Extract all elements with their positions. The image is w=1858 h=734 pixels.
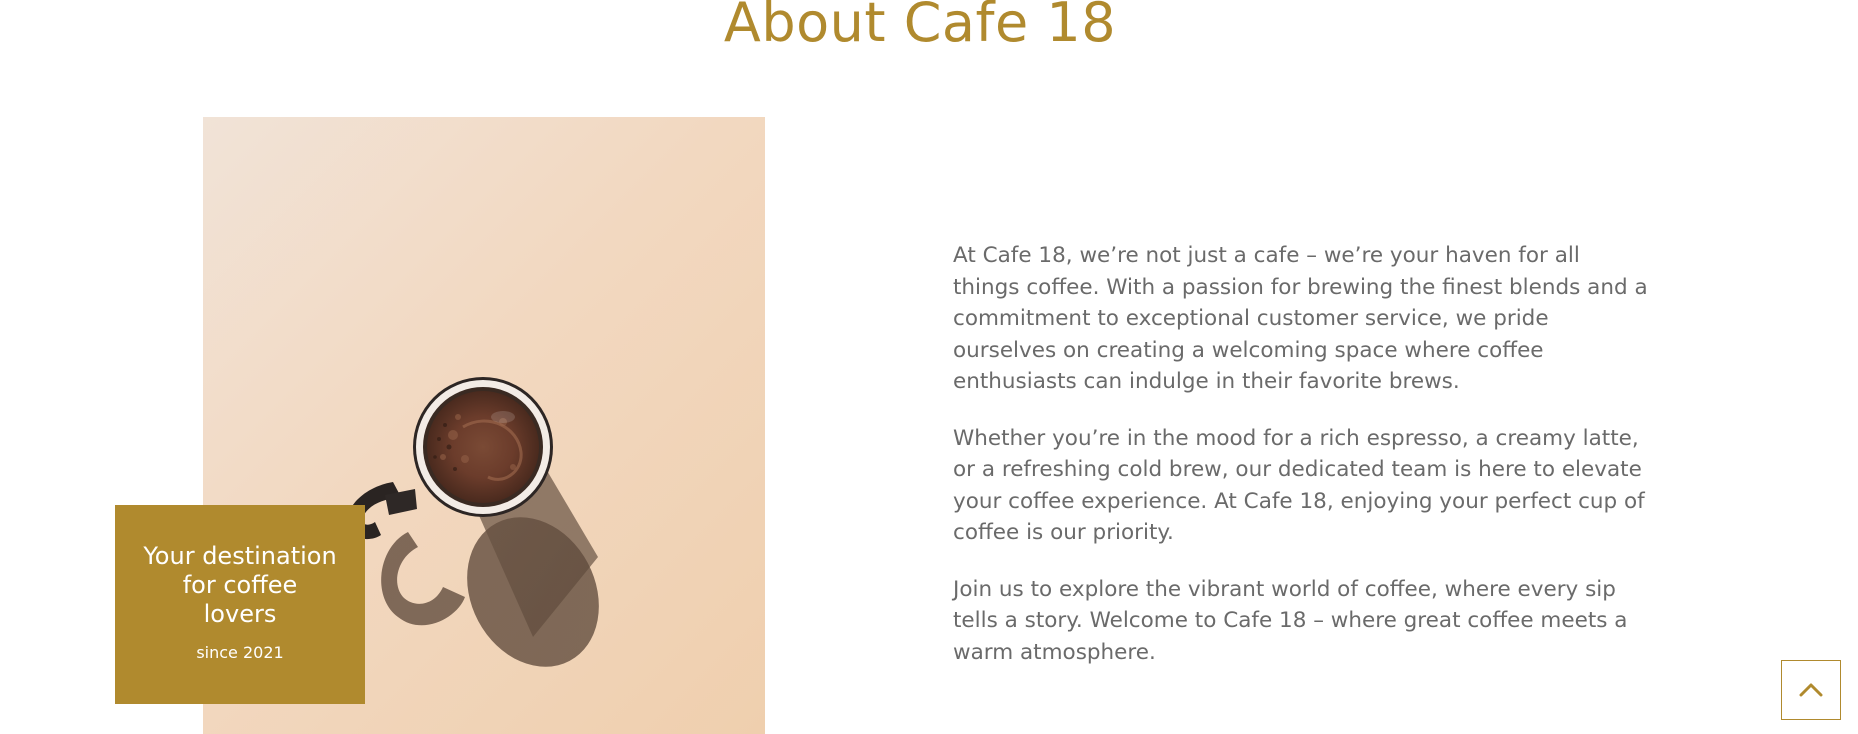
about-paragraph-3: Join us to explore the vibrant world of … xyxy=(953,576,1628,665)
since-badge: Your destination for coffee lovers since… xyxy=(115,505,365,704)
about-description: At Cafe 18, we’re not just a cafe – we’r… xyxy=(953,240,1648,693)
about-section: About Cafe 18 Your destination for coffe… xyxy=(0,0,1858,734)
scroll-to-top-button[interactable] xyxy=(1781,660,1841,720)
about-paragraph-2: Whether you’re in the mood for a rich es… xyxy=(953,425,1645,546)
badge-since-year: since 2021 xyxy=(196,643,284,662)
about-paragraph-1: At Cafe 18, we’re not just a cafe – we’r… xyxy=(953,243,1648,394)
badge-heading: Your destination for coffee lovers xyxy=(143,542,337,628)
section-title: About Cafe 18 xyxy=(723,0,1117,54)
chevron-up-icon xyxy=(1799,683,1823,697)
